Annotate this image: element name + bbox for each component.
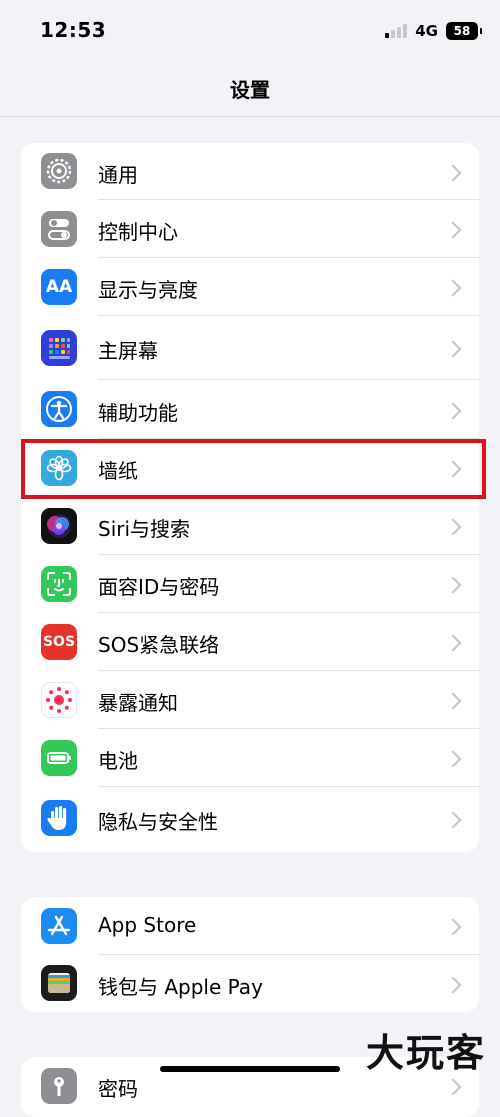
chevron-right-icon bbox=[444, 402, 462, 420]
hand-icon bbox=[41, 800, 77, 836]
toggles-icon bbox=[41, 211, 77, 247]
settings-row-general[interactable]: 通用 bbox=[21, 143, 479, 200]
settings-row-siri[interactable]: Siri与搜索 bbox=[21, 497, 479, 555]
face-id-icon bbox=[41, 566, 77, 602]
settings-row-label: 辅助功能 bbox=[98, 401, 178, 425]
settings-row-app-store[interactable]: App Store bbox=[21, 897, 479, 955]
settings-row-home-screen[interactable]: 主屏幕 bbox=[21, 316, 479, 380]
key-icon bbox=[41, 1068, 77, 1104]
settings-row-emergency-sos[interactable]: SOS SOS紧急联络 bbox=[21, 613, 479, 671]
chevron-right-icon bbox=[444, 634, 462, 652]
chevron-right-icon bbox=[444, 750, 462, 768]
watermark: 大玩客 bbox=[365, 1030, 486, 1075]
status-bar: 12:53 4G 58 bbox=[0, 0, 500, 62]
page-title: 设置 bbox=[230, 78, 270, 102]
chevron-right-icon bbox=[444, 692, 462, 710]
chevron-right-icon bbox=[444, 340, 462, 358]
wallpaper-highlight-box bbox=[21, 439, 486, 499]
settings-row-label: 钱包与 Apple Pay bbox=[98, 975, 263, 999]
settings-row-label: 隐私与安全性 bbox=[98, 810, 218, 834]
chevron-right-icon bbox=[444, 976, 462, 994]
siri-icon bbox=[41, 508, 77, 544]
settings-row-accessibility[interactable]: 辅助功能 bbox=[21, 380, 479, 439]
settings-row-label: 电池 bbox=[98, 749, 138, 773]
settings-row-label: Siri与搜索 bbox=[98, 517, 191, 541]
nav-divider bbox=[0, 116, 500, 117]
exposure-icon bbox=[41, 682, 77, 718]
accessibility-icon bbox=[41, 391, 77, 427]
settings-row-display[interactable]: AA 显示与亮度 bbox=[21, 258, 479, 316]
settings-row-label: 主屏幕 bbox=[98, 339, 158, 363]
chevron-right-icon bbox=[444, 1078, 462, 1096]
settings-row-control-center[interactable]: 控制中心 bbox=[21, 200, 479, 258]
text-size-icon: AA bbox=[41, 269, 77, 305]
settings-row-label: 显示与亮度 bbox=[98, 278, 198, 302]
settings-row-face-id[interactable]: 面容ID与密码 bbox=[21, 555, 479, 613]
settings-row-exposure-notifications[interactable]: 暴露通知 bbox=[21, 671, 479, 729]
status-indicators: 4G 58 bbox=[385, 20, 482, 42]
settings-row-label: 通用 bbox=[98, 163, 138, 187]
chevron-right-icon bbox=[444, 518, 462, 536]
settings-row-privacy[interactable]: 隐私与安全性 bbox=[21, 787, 479, 852]
chevron-right-icon bbox=[444, 164, 462, 182]
settings-row-label: App Store bbox=[98, 913, 197, 937]
settings-row-label: 密码 bbox=[98, 1077, 138, 1101]
chevron-right-icon bbox=[444, 576, 462, 594]
settings-row-wallet[interactable]: 钱包与 Apple Pay bbox=[21, 955, 479, 1012]
cellular-signal-icon bbox=[385, 24, 408, 38]
network-type: 4G bbox=[415, 22, 438, 40]
chevron-right-icon bbox=[444, 279, 462, 297]
sos-icon: SOS bbox=[41, 624, 77, 660]
battery-indicator: 58 bbox=[446, 22, 482, 40]
settings-row-label: 面容ID与密码 bbox=[98, 575, 220, 599]
settings-row-battery[interactable]: 电池 bbox=[21, 729, 479, 787]
home-indicator[interactable] bbox=[160, 1066, 340, 1072]
wallet-icon bbox=[41, 965, 77, 1001]
status-time: 12:53 bbox=[40, 18, 107, 42]
gear-icon bbox=[41, 153, 77, 189]
chevron-right-icon bbox=[444, 811, 462, 829]
chevron-right-icon bbox=[444, 221, 462, 239]
settings-row-label: 控制中心 bbox=[98, 220, 178, 244]
battery-icon bbox=[41, 740, 77, 776]
app-store-icon bbox=[41, 908, 77, 944]
home-screen-grid-icon bbox=[41, 330, 77, 366]
settings-row-label: SOS紧急联络 bbox=[98, 633, 220, 657]
chevron-right-icon bbox=[444, 918, 462, 936]
settings-group-2: App Store 钱包与 Apple Pay bbox=[21, 897, 479, 1012]
settings-row-label: 暴露通知 bbox=[98, 691, 178, 715]
